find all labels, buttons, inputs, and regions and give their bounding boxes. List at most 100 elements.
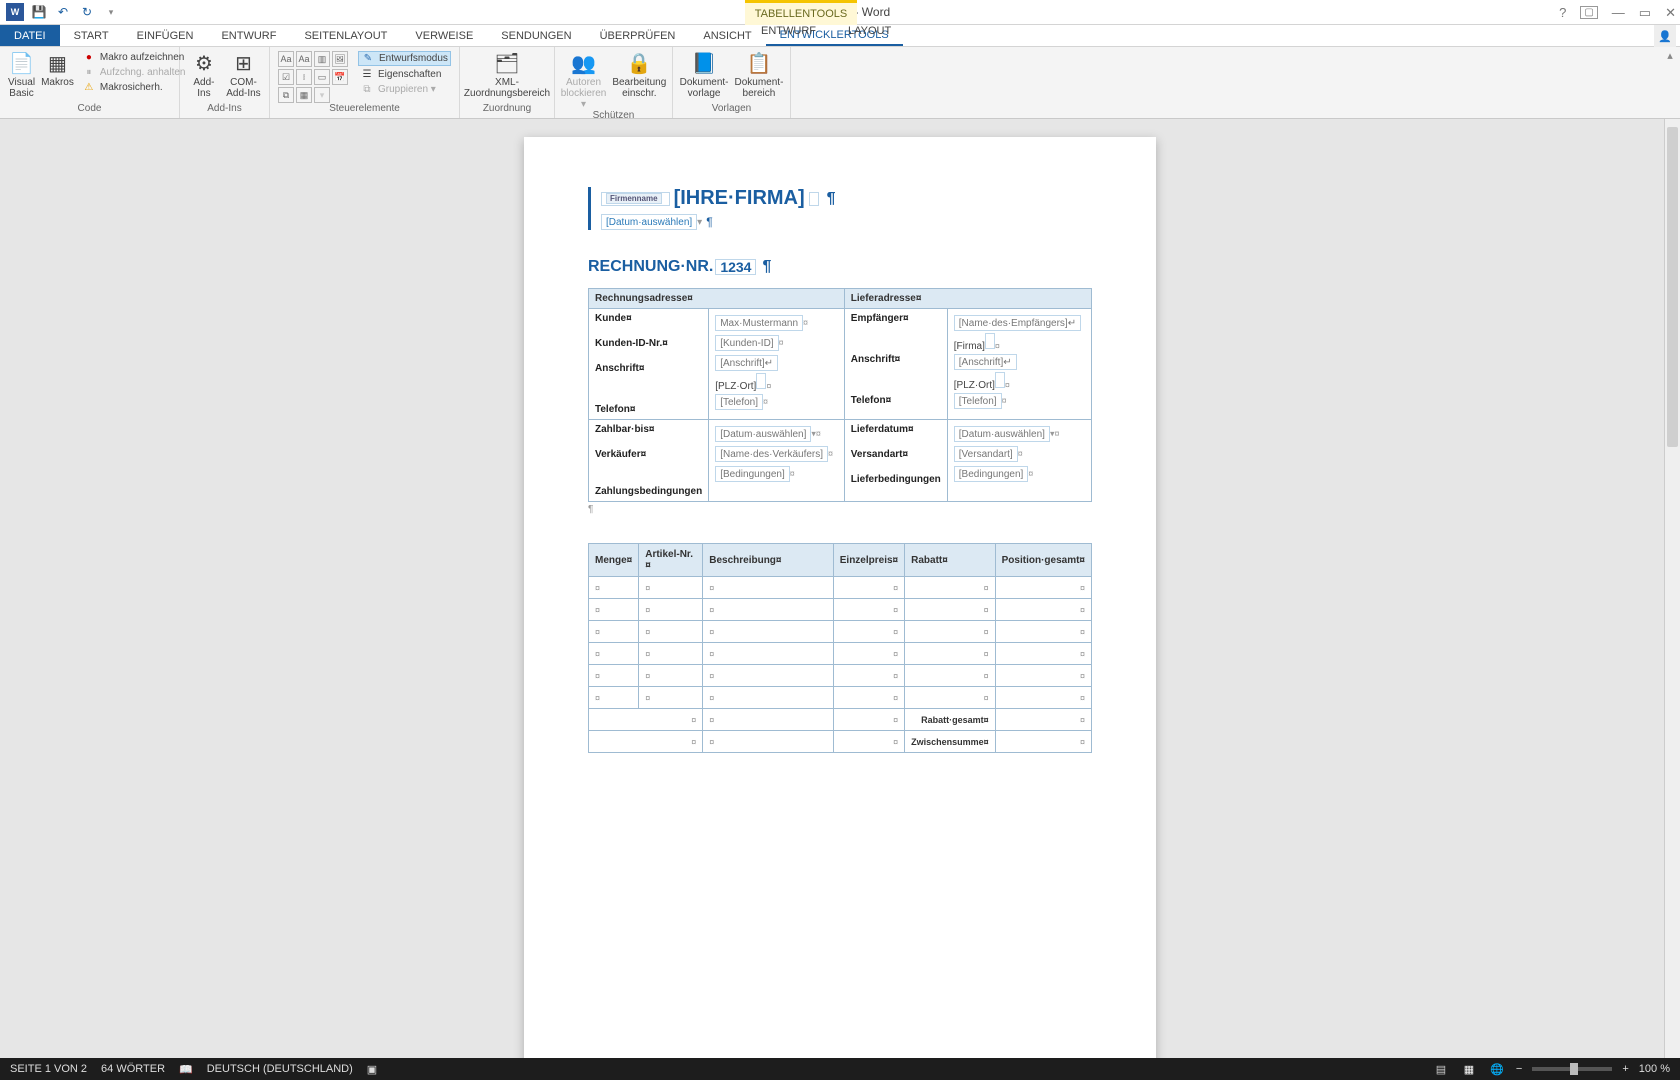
tab-mailings[interactable]: SENDUNGEN xyxy=(487,25,585,46)
com-addins-button[interactable]: ⊞COM-Add-Ins xyxy=(226,51,261,99)
word-icon: W xyxy=(6,3,24,21)
control-gallery[interactable]: AaAa▥🖼 ☑፧▭📅 ⧉▦▾ xyxy=(278,51,348,103)
zoom-out-button[interactable]: − xyxy=(1516,1063,1522,1075)
tab-insert[interactable]: EINFÜGEN xyxy=(123,25,208,46)
tab-draft[interactable]: ENTWURF xyxy=(207,25,290,46)
block-authors-button[interactable]: 👥Autoren blockieren ▾ xyxy=(561,51,607,110)
xml-mapping-button[interactable]: 🗂XML-Zuordnungsbereich xyxy=(464,51,550,99)
group-controls: AaAa▥🖼 ☑፧▭📅 ⧉▦▾ ✎Entwurfsmodus ☰Eigensch… xyxy=(270,47,460,118)
shipping-header: Lieferadresse¤ xyxy=(844,289,1091,309)
language-indicator[interactable]: DEUTSCH (DEUTSCHLAND) xyxy=(207,1063,353,1075)
zoom-in-button[interactable]: + xyxy=(1622,1063,1628,1075)
group-templates: 📘Dokument-vorlage 📋Dokument-bereich Vorl… xyxy=(673,47,791,118)
word-count[interactable]: 64 WÖRTER xyxy=(101,1063,165,1075)
items-table[interactable]: Menge¤ Artikel-Nr.¤ Beschreibung¤ Einzel… xyxy=(588,543,1092,753)
tab-table-layout[interactable]: LAYOUT xyxy=(832,25,907,37)
macros-icon: ▦ xyxy=(48,51,67,77)
group-label: Add-Ins xyxy=(188,103,261,116)
record-icon: ● xyxy=(82,52,96,63)
minimize-button[interactable]: — xyxy=(1612,5,1625,20)
group-label: Vorlagen xyxy=(681,103,782,116)
document-canvas[interactable]: Firmenname [IHRE·FIRMA] ¶ [Datum·auswähl… xyxy=(0,119,1680,1058)
lock-icon: 🔒 xyxy=(627,51,652,77)
addins-icon: ⚙ xyxy=(195,51,213,77)
doc-template-button[interactable]: 📘Dokument-vorlage xyxy=(680,51,729,99)
company-heading[interactable]: Firmenname [IHRE·FIRMA] ¶ xyxy=(601,187,1092,210)
design-mode-icon: ✎ xyxy=(361,53,375,64)
table-row: ¤¤¤¤¤¤ xyxy=(589,577,1092,599)
account-avatar-icon[interactable]: 👤 xyxy=(1654,25,1676,47)
address-table[interactable]: Rechnungsadresse¤Lieferadresse¤ Kunde¤ K… xyxy=(588,288,1092,502)
table-row: ¤¤¤¤¤¤ xyxy=(589,643,1092,665)
group-label: Code xyxy=(8,103,171,116)
tab-pagelayout[interactable]: SEITENLAYOUT xyxy=(290,25,401,46)
properties-button[interactable]: ☰Eigenschaften xyxy=(358,68,451,81)
macro-security-button[interactable]: ⚠Makrosicherh. xyxy=(80,81,188,94)
restrict-editing-button[interactable]: 🔒Bearbeitung einschr. xyxy=(612,51,666,99)
date-line[interactable]: [Datum·auswählen] ▾ ¶ xyxy=(601,214,1092,230)
tab-review[interactable]: ÜBERPRÜFEN xyxy=(586,25,690,46)
doc-area-button[interactable]: 📋Dokument-bereich xyxy=(735,51,784,99)
group-protect: 👥Autoren blockieren ▾ 🔒Bearbeitung einsc… xyxy=(555,47,673,118)
paragraph-mark-icon: ¶ xyxy=(827,190,836,208)
zoom-slider[interactable] xyxy=(1532,1067,1612,1071)
tab-references[interactable]: VERWEISE xyxy=(401,25,487,46)
undo-icon[interactable]: ↶ xyxy=(54,3,72,21)
page-indicator[interactable]: SEITE 1 VON 2 xyxy=(10,1063,87,1075)
table-row: ¤¤¤¤¤¤ xyxy=(589,687,1092,709)
doc-area-icon: 📋 xyxy=(747,51,772,77)
ribbon: 📄Visual Basic ▦Makros ●Makro aufzeichnen… xyxy=(0,47,1680,119)
group-code: 📄Visual Basic ▦Makros ●Makro aufzeichnen… xyxy=(0,47,180,118)
billing-header: Rechnungsadresse¤ xyxy=(589,289,845,309)
read-mode-icon[interactable]: ▤ xyxy=(1432,1063,1450,1076)
record-macro-button[interactable]: ●Makro aufzeichnen xyxy=(80,51,188,64)
properties-icon: ☰ xyxy=(360,69,374,80)
visual-basic-button[interactable]: 📄Visual Basic xyxy=(8,51,35,99)
group-button[interactable]: ⧉Gruppieren ▾ xyxy=(358,83,451,96)
ribbon-display-icon[interactable]: ▢ xyxy=(1580,6,1597,19)
table-row: ¤¤¤Zwischensumme¤¤ xyxy=(589,731,1092,753)
tab-table-entwurf[interactable]: ENTWURF xyxy=(745,25,832,37)
tab-file[interactable]: DATEI xyxy=(0,25,60,46)
print-layout-icon[interactable]: ▦ xyxy=(1460,1063,1478,1076)
contextual-tab-tabletools: TABELLENTOOLS xyxy=(745,0,857,25)
qat-more-icon[interactable]: ▾ xyxy=(102,3,120,21)
group-label: Zuordnung xyxy=(468,103,546,116)
window-controls: ? ▢ — ▭ ✕ xyxy=(1559,0,1676,25)
zoom-level[interactable]: 100 % xyxy=(1639,1063,1670,1075)
status-bar: SEITE 1 VON 2 64 WÖRTER 📖 DEUTSCH (DEUTS… xyxy=(0,1058,1680,1080)
close-button[interactable]: ✕ xyxy=(1665,5,1676,21)
help-icon[interactable]: ? xyxy=(1559,5,1566,20)
save-icon[interactable]: 💾 xyxy=(30,3,48,21)
pause-record-button[interactable]: ⏸Aufzchng. anhalten xyxy=(80,66,188,79)
template-icon: 📘 xyxy=(692,51,717,77)
vertical-scrollbar[interactable] xyxy=(1664,119,1680,1058)
scroll-thumb[interactable] xyxy=(1667,127,1678,447)
xml-icon: 🗂 xyxy=(494,51,519,77)
redo-icon[interactable]: ↻ xyxy=(78,3,96,21)
restore-button[interactable]: ▭ xyxy=(1639,5,1651,21)
group-addins: ⚙Add-Ins ⊞COM-Add-Ins Add-Ins xyxy=(180,47,270,118)
group-label: Steuerelemente xyxy=(278,103,451,116)
addins-button[interactable]: ⚙Add-Ins xyxy=(188,51,220,99)
table-row: ¤¤¤¤¤¤ xyxy=(589,665,1092,687)
tab-start[interactable]: START xyxy=(60,25,123,46)
com-addins-icon: ⊞ xyxy=(235,51,252,77)
design-mode-button[interactable]: ✎Entwurfsmodus xyxy=(358,51,451,66)
table-row: ¤¤¤¤¤¤ xyxy=(589,621,1092,643)
block-authors-icon: 👥 xyxy=(571,51,596,77)
page: Firmenname [IHRE·FIRMA] ¶ [Datum·auswähl… xyxy=(524,137,1156,1058)
group-mapping: 🗂XML-Zuordnungsbereich Zuordnung xyxy=(460,47,555,118)
macro-rec-status-icon[interactable]: ▣ xyxy=(367,1063,377,1076)
macros-button[interactable]: ▦Makros xyxy=(41,51,74,88)
invoice-heading[interactable]: RECHNUNG·NR. 1234 ¶ xyxy=(588,258,1092,276)
web-layout-icon[interactable]: 🌐 xyxy=(1488,1063,1506,1076)
proofing-icon[interactable]: 📖 xyxy=(179,1063,193,1076)
quick-access-toolbar: W 💾 ↶ ↻ ▾ xyxy=(0,3,126,21)
collapse-ribbon-icon[interactable]: ▴ xyxy=(1667,49,1673,62)
ribbon-tab-row: DATEI START EINFÜGEN ENTWURF SEITENLAYOU… xyxy=(0,25,1680,47)
title-bar: W 💾 ↶ ↻ ▾ Dokument2 - Word TABELLENTOOLS… xyxy=(0,0,1680,25)
table-row: ¤¤¤¤¤¤ xyxy=(589,599,1092,621)
table-row: ¤¤¤Rabatt·gesamt¤¤ xyxy=(589,709,1092,731)
company-name[interactable]: [IHRE·FIRMA] xyxy=(674,187,805,210)
